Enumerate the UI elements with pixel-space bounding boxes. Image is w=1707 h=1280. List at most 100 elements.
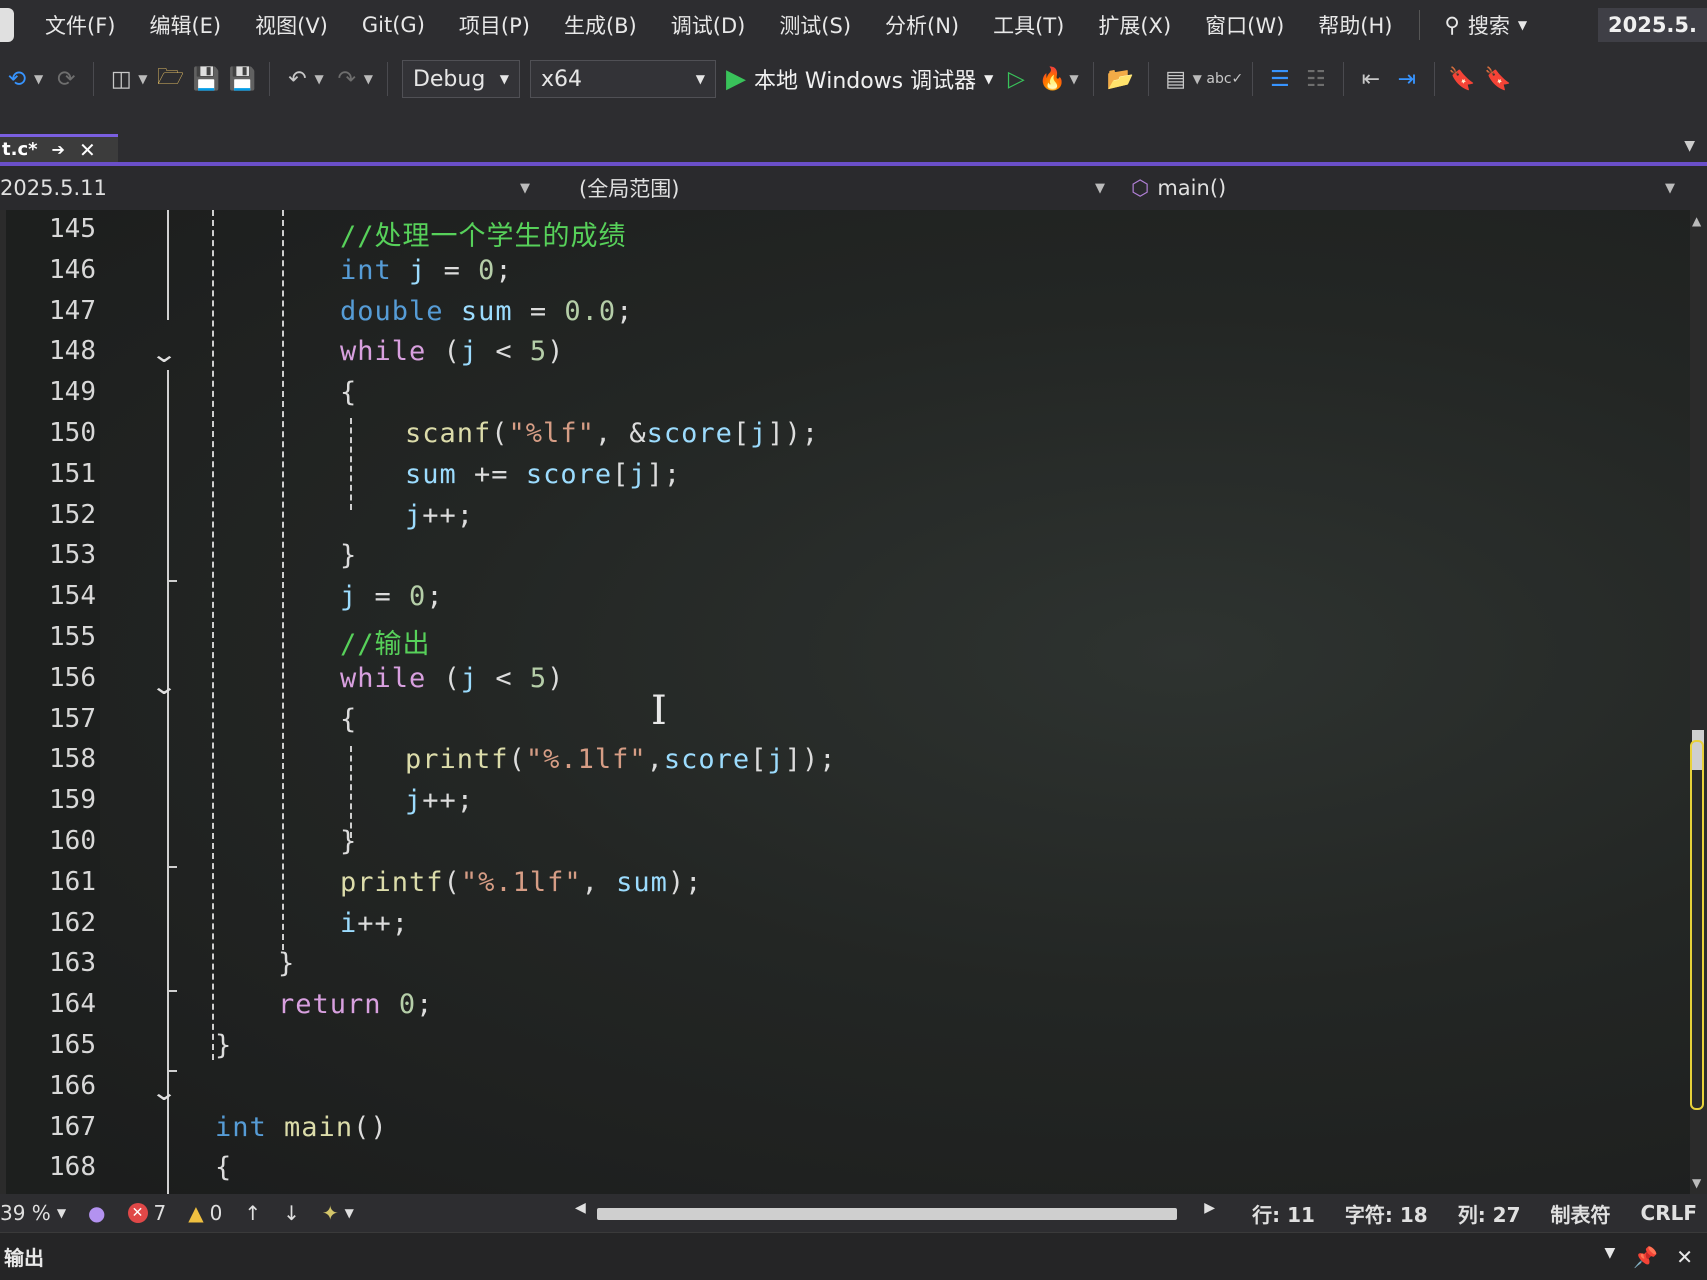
project-dropdown[interactable]: 2025.5.11 ▼ [0,166,540,210]
solution-title: 2025.5. [1597,8,1707,42]
comment-lines-icon[interactable]: ☰ [1267,66,1293,92]
next-issue-button[interactable]: ↓ [283,1201,300,1225]
code-token: , [646,744,664,776]
hot-reload-icon[interactable]: 🔥 [1039,66,1066,92]
scroll-down-icon[interactable]: ▼ [1692,1176,1701,1190]
line-number: 152 [49,499,96,530]
menu-project[interactable]: 项目(P) [442,10,547,40]
open-folder-icon[interactable]: 🗁 [157,65,184,92]
menu-tools[interactable]: 工具(T) [976,10,1081,40]
menu-help[interactable]: 帮助(H) [1301,10,1409,40]
zoom-dropdown[interactable]: 39 % ▼ [0,1201,66,1225]
code-token: [ [732,418,751,449]
vertical-scrollbar[interactable]: ▲ ▼ [1690,210,1707,1194]
line-indicator[interactable]: 行: 11 [1252,1199,1315,1228]
collapse-chevron-icon[interactable]: ⌄ [150,1078,178,1106]
code-editor[interactable]: 145 146 147 148 149 150 151 152 153 154 155 156 157 1… [0,210,1690,1194]
error-count[interactable]: ✕ 7 [127,1201,166,1225]
chevron-down-icon[interactable]: ▼ [364,72,373,86]
code-token: ( [491,418,509,449]
chevron-down-icon[interactable]: ▼ [314,72,323,86]
save-all-icon[interactable]: 💾 [229,66,256,92]
chevron-down-icon[interactable]: ▼ [1605,1245,1616,1269]
close-icon[interactable]: ✕ [79,138,96,162]
horizontal-scrollbar[interactable]: ◀ ▶ [575,1200,1215,1224]
text-cursor-icon: I [651,688,667,734]
menu-window[interactable]: 窗口(W) [1188,10,1301,40]
output-panel-title[interactable]: 输出 [0,1242,44,1271]
previous-issue-button[interactable]: ↑ [244,1201,261,1225]
scroll-left-icon[interactable]: ◀ [575,1200,586,1216]
collapse-chevron-icon[interactable]: ⌄ [150,672,178,700]
configuration-dropdown[interactable]: Debug ▼ [401,60,520,98]
scope-dropdown[interactable]: (全局范围) ▼ [545,166,1115,210]
fold-outline-tick [167,866,177,868]
char-indicator[interactable]: 字符: 18 [1345,1199,1428,1228]
menu-extensions[interactable]: 扩展(X) [1081,10,1188,40]
code-cleanup-button[interactable]: ✦ ▼ [322,1201,354,1225]
member-dropdown[interactable]: ⬡ main() ▼ [1125,166,1685,210]
menu-analyze[interactable]: 分析(N) [868,10,976,40]
browse-folder-icon[interactable]: 📂 [1107,66,1134,92]
undo-icon[interactable]: ↶ [284,66,310,92]
platform-dropdown[interactable]: x64 ▼ [529,60,716,98]
decrease-indent-icon[interactable]: ⇤ [1358,66,1384,92]
chevron-down-icon[interactable]: ▼ [138,72,147,86]
horizontal-scrollbar-thumb[interactable] [597,1208,1177,1220]
redo-icon[interactable]: ↷ [334,66,360,92]
fold-outline [167,210,169,320]
code-token: while [340,662,427,694]
tab-label: t.c* [2,139,38,160]
tab-source-file[interactable]: t.c* ➔ ✕ [0,134,118,162]
close-icon[interactable]: ✕ [1676,1245,1693,1269]
tab-overflow-icon[interactable]: ▼ [1684,138,1695,154]
window-layout-icon[interactable]: ▤ [1163,66,1189,92]
change-marker [1690,740,1704,1110]
code-line: return 0; [278,989,433,1020]
start-debugging-button[interactable]: ▶ 本地 Windows 调试器 ▼ [726,63,993,95]
indentation-indicator[interactable]: 制表符 [1551,1199,1611,1228]
code-token: ++; [357,907,410,939]
save-icon[interactable]: 💾 [193,66,220,92]
increase-indent-icon[interactable]: ⇥ [1394,66,1420,92]
chevron-down-icon[interactable]: ▼ [1069,72,1078,86]
navigate-back-icon[interactable]: ⟲ [4,66,30,92]
line-number: 168 [49,1152,96,1183]
pin-icon[interactable]: 📌 [1633,1245,1658,1269]
menu-git[interactable]: Git(G) [345,13,442,37]
search-label: 搜索 [1467,14,1510,38]
next-bookmark-icon[interactable]: 🔖 [1484,66,1511,92]
menu-view[interactable]: 视图(V) [238,10,345,40]
scroll-right-icon[interactable]: ▶ [1204,1200,1215,1216]
start-without-debugging-icon[interactable]: ▷ [1003,66,1029,92]
menu-test[interactable]: 测试(S) [762,10,868,40]
chevron-down-icon[interactable]: ▼ [1193,72,1202,86]
scroll-up-icon[interactable]: ▲ [1692,214,1701,228]
warning-count[interactable]: ▲ 0 [188,1201,222,1225]
new-project-icon[interactable]: ◫ [108,66,134,92]
code-token: score [663,744,751,776]
code-line: j++; [405,785,474,816]
menu-file[interactable]: 文件(F) [28,10,132,40]
line-number: 149 [49,377,96,408]
code-token: += [456,458,526,490]
menu-debug[interactable]: 调试(D) [654,10,763,40]
code-token: sum [405,458,457,490]
code-token: sum [616,866,668,898]
search-box[interactable]: ⚲ 搜索 ▼ [1430,10,1541,40]
spell-check-icon[interactable]: abc✓ [1206,66,1243,92]
line-ending-indicator[interactable]: CRLF [1641,1201,1697,1225]
document-tab-strip: t.c* ➔ ✕ ▼ [0,108,1707,166]
collapse-chevron-icon[interactable]: ⌄ [150,340,178,368]
navigate-forward-icon[interactable]: ⟳ [53,66,79,92]
bookmark-icon[interactable]: 🔖 [1448,66,1475,92]
line-number: 151 [49,458,96,489]
uncomment-lines-icon[interactable]: ☷ [1303,66,1329,92]
code-token: } [278,948,296,980]
pin-icon[interactable]: ➔ [52,140,65,159]
menu-edit[interactable]: 编辑(E) [132,10,238,40]
menu-build[interactable]: 生成(B) [547,10,654,40]
column-indicator[interactable]: 列: 27 [1458,1199,1521,1228]
chevron-down-icon[interactable]: ▼ [34,72,43,86]
copilot-status[interactable]: ● [88,1201,105,1225]
